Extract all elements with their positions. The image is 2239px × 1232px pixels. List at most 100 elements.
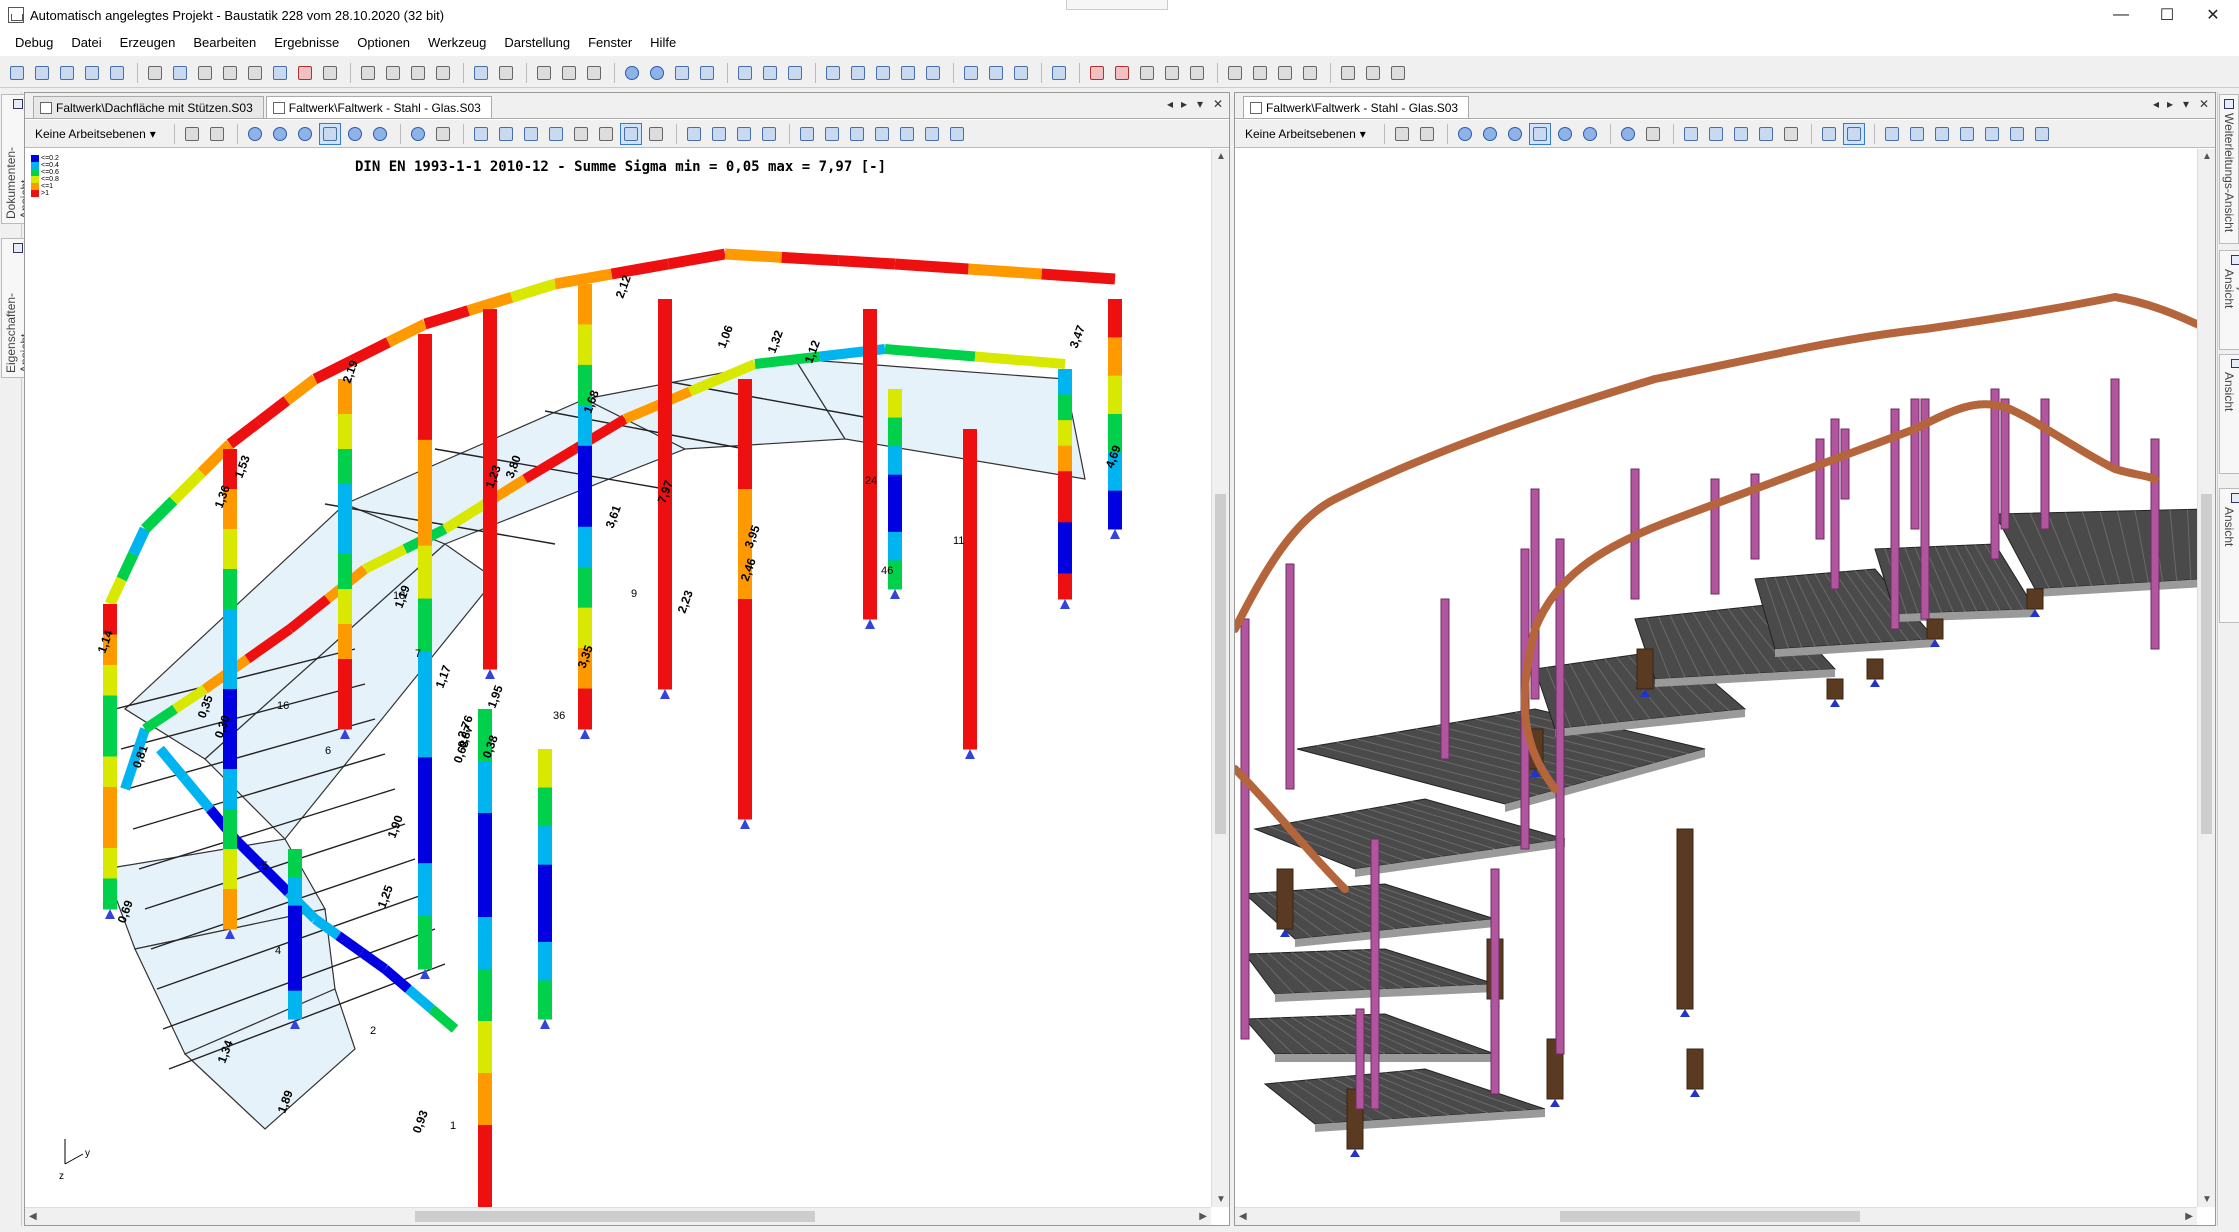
scroll-left-icon[interactable]: ◀ — [29, 1211, 37, 1222]
tab-close-icon[interactable]: ✕ — [1213, 97, 1223, 111]
frame-5-icon[interactable] — [896, 123, 918, 145]
zoom-out-icon[interactable] — [369, 123, 391, 145]
select-area-icon[interactable] — [1416, 123, 1438, 145]
tab-faltwerk-stahl-glas[interactable]: Faltwerk\Faltwerk - Stahl - Glas.S03 — [265, 96, 492, 118]
menu-fenster[interactable]: Fenster — [579, 30, 641, 56]
frame-7-icon[interactable] — [2031, 123, 2053, 145]
shade-icon[interactable] — [1010, 62, 1032, 84]
redo-icon[interactable] — [495, 62, 517, 84]
frame-7-icon[interactable] — [946, 123, 968, 145]
visibility-view-tab[interactable]: Sichtbarkeits-Ansicht — [2219, 488, 2239, 623]
section-icon[interactable] — [872, 62, 894, 84]
home-icon[interactable] — [645, 123, 667, 145]
menu-bearbeiten[interactable]: Bearbeiten — [184, 30, 265, 56]
structure-icon[interactable] — [734, 62, 756, 84]
forward-icon[interactable] — [432, 123, 454, 145]
scrollbar-thumb[interactable] — [415, 1211, 815, 1222]
select-pointer-icon[interactable] — [181, 123, 203, 145]
frame-4-icon[interactable] — [871, 123, 893, 145]
cut-icon[interactable] — [382, 62, 404, 84]
tab-faltwerk-stahl-glas-3d[interactable]: Faltwerk\Faltwerk - Stahl - Glas.S03 — [1243, 96, 1470, 118]
tab-next-icon[interactable]: ▸ — [1181, 97, 1187, 111]
select-all-icon[interactable] — [1299, 62, 1321, 84]
grid-icon[interactable] — [759, 62, 781, 84]
page-icon[interactable] — [144, 62, 166, 84]
scroll-right-icon[interactable]: ▶ — [1199, 1211, 1207, 1222]
maximize-button[interactable]: ☐ — [2144, 0, 2190, 30]
pan-icon[interactable] — [1528, 122, 1551, 145]
layer-icon[interactable] — [533, 62, 555, 84]
close-button[interactable]: ✕ — [2190, 0, 2236, 30]
grid-toggle-icon[interactable] — [1780, 123, 1802, 145]
building-icon[interactable] — [558, 62, 580, 84]
report-icon[interactable] — [219, 62, 241, 84]
line-icon[interactable] — [671, 62, 693, 84]
pointer-remove-icon[interactable] — [1387, 62, 1409, 84]
save-as-icon[interactable] — [81, 62, 103, 84]
select-areas-icon[interactable] — [1274, 62, 1296, 84]
zoom-window-icon[interactable] — [269, 123, 291, 145]
3d-view-icon[interactable] — [1680, 123, 1702, 145]
frame-3-icon[interactable] — [1931, 123, 1953, 145]
grid-toggle-icon[interactable] — [595, 123, 617, 145]
dimension-icon[interactable] — [758, 123, 780, 145]
scrollbar-thumb[interactable] — [1560, 1211, 1860, 1222]
document-icon[interactable] — [194, 62, 216, 84]
loadcase-filter-view-tab[interactable]: Lastfallfilter-Ansicht — [2219, 354, 2239, 474]
zoom-icon[interactable] — [1504, 123, 1526, 145]
3d-view-icon[interactable] — [470, 123, 492, 145]
select-pointer-icon[interactable] — [1391, 123, 1413, 145]
frame-4-icon[interactable] — [1956, 123, 1978, 145]
preview-icon[interactable] — [169, 62, 191, 84]
plate-icon[interactable] — [847, 62, 869, 84]
left-horizontal-scrollbar[interactable]: ◀ ▶ — [25, 1207, 1211, 1225]
tab-next-icon[interactable]: ▸ — [2167, 97, 2173, 111]
load-icon[interactable] — [897, 62, 919, 84]
zoom-all-icon[interactable] — [1454, 123, 1476, 145]
frame-6-icon[interactable] — [2006, 123, 2028, 145]
pan-icon[interactable] — [318, 122, 341, 145]
tab-list-icon[interactable]: ▾ — [1197, 97, 1203, 111]
beam-icon[interactable] — [822, 62, 844, 84]
scroll-right-icon[interactable]: ▶ — [2185, 1211, 2193, 1222]
lasso-icon[interactable] — [357, 62, 379, 84]
tab-list-icon[interactable]: ▾ — [2183, 97, 2189, 111]
right-vertical-scrollbar[interactable]: ▲ ▼ — [2197, 149, 2215, 1207]
table-icon[interactable] — [1186, 62, 1208, 84]
side-view-icon[interactable] — [545, 123, 567, 145]
snap-icon[interactable] — [619, 122, 642, 145]
select-area-icon[interactable] — [206, 123, 228, 145]
menu-ergebnisse[interactable]: Ergebnisse — [265, 30, 348, 56]
scroll-up-icon[interactable]: ▲ — [2202, 151, 2212, 162]
zoom-in-icon[interactable] — [1554, 123, 1576, 145]
zoom-all-icon[interactable] — [244, 123, 266, 145]
rotate-icon[interactable] — [570, 123, 592, 145]
menu-erzeugen[interactable]: Erzeugen — [111, 30, 185, 56]
frame-2-icon[interactable] — [1906, 123, 1928, 145]
scroll-up-icon[interactable]: ▲ — [1216, 151, 1226, 162]
front-view-icon[interactable] — [495, 123, 517, 145]
calculator-icon[interactable] — [319, 62, 341, 84]
workplane-dropdown[interactable]: Keine Arbeitsebenen ▾ — [29, 124, 162, 144]
scrollbar-thumb[interactable] — [2201, 494, 2212, 834]
house-view-icon[interactable] — [520, 123, 542, 145]
node-search-icon[interactable] — [646, 62, 668, 84]
open-file-icon[interactable] — [31, 62, 53, 84]
workplane-dropdown[interactable]: Keine Arbeitsebenen ▾ — [1239, 124, 1372, 144]
left-vertical-scrollbar[interactable]: ▲ ▼ — [1211, 149, 1229, 1207]
mesh-toggle-icon[interactable] — [708, 123, 730, 145]
snap-icon[interactable] — [1842, 122, 1865, 145]
zoom-out-icon[interactable] — [1579, 123, 1601, 145]
paste-icon[interactable] — [432, 62, 454, 84]
forward-icon[interactable] — [1642, 123, 1664, 145]
pdf-export-icon[interactable] — [294, 62, 316, 84]
new-file-icon[interactable] — [6, 62, 28, 84]
select-nodes-icon[interactable] — [1224, 62, 1246, 84]
menu-werkzeug[interactable]: Werkzeug — [419, 30, 495, 56]
menu-darstellung[interactable]: Darstellung — [495, 30, 579, 56]
scrollbar-thumb[interactable] — [1215, 494, 1226, 834]
menu-datei[interactable]: Datei — [62, 30, 110, 56]
forwarding-view-tab[interactable]: Weiterleitungs-Ansicht — [2219, 94, 2239, 244]
menu-hilfe[interactable]: Hilfe — [641, 30, 685, 56]
side-view-icon[interactable] — [1755, 123, 1777, 145]
